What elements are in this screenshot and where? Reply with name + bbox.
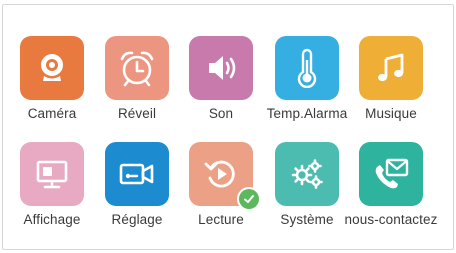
phone-mail-icon: [375, 158, 409, 189]
reveil-tile[interactable]: [105, 36, 169, 100]
lecture-badge: [239, 189, 259, 209]
musique-label: Musique: [365, 106, 417, 121]
son-tile[interactable]: [189, 36, 253, 100]
nous-contactez-tile[interactable]: [359, 142, 423, 206]
video-camera-icon: [119, 163, 154, 185]
replay-icon: [204, 160, 235, 188]
menu-panel: Caméra Réveil Son Temp.Alarma Musique Af…: [2, 4, 454, 250]
monitor-icon: [36, 160, 68, 189]
musique-tile[interactable]: [359, 36, 423, 100]
webcam-icon: [41, 54, 63, 81]
lecture-label: Lecture: [198, 212, 244, 227]
affichage-tile[interactable]: [20, 142, 84, 206]
music-note-icon: [378, 53, 404, 82]
reglage-tile[interactable]: [105, 142, 169, 206]
thermometer-icon: [297, 48, 317, 88]
systeme-tile[interactable]: [275, 142, 339, 206]
nous-contactez-label: nous-contactez: [344, 212, 438, 227]
checkmark-icon: [244, 195, 254, 203]
temp-alarma-tile[interactable]: [275, 36, 339, 100]
speaker-icon: [209, 56, 236, 80]
alarm-clock-icon: [120, 51, 154, 87]
camera-tile[interactable]: [20, 36, 84, 100]
son-label: Son: [208, 106, 234, 121]
gears-icon: [291, 159, 323, 189]
